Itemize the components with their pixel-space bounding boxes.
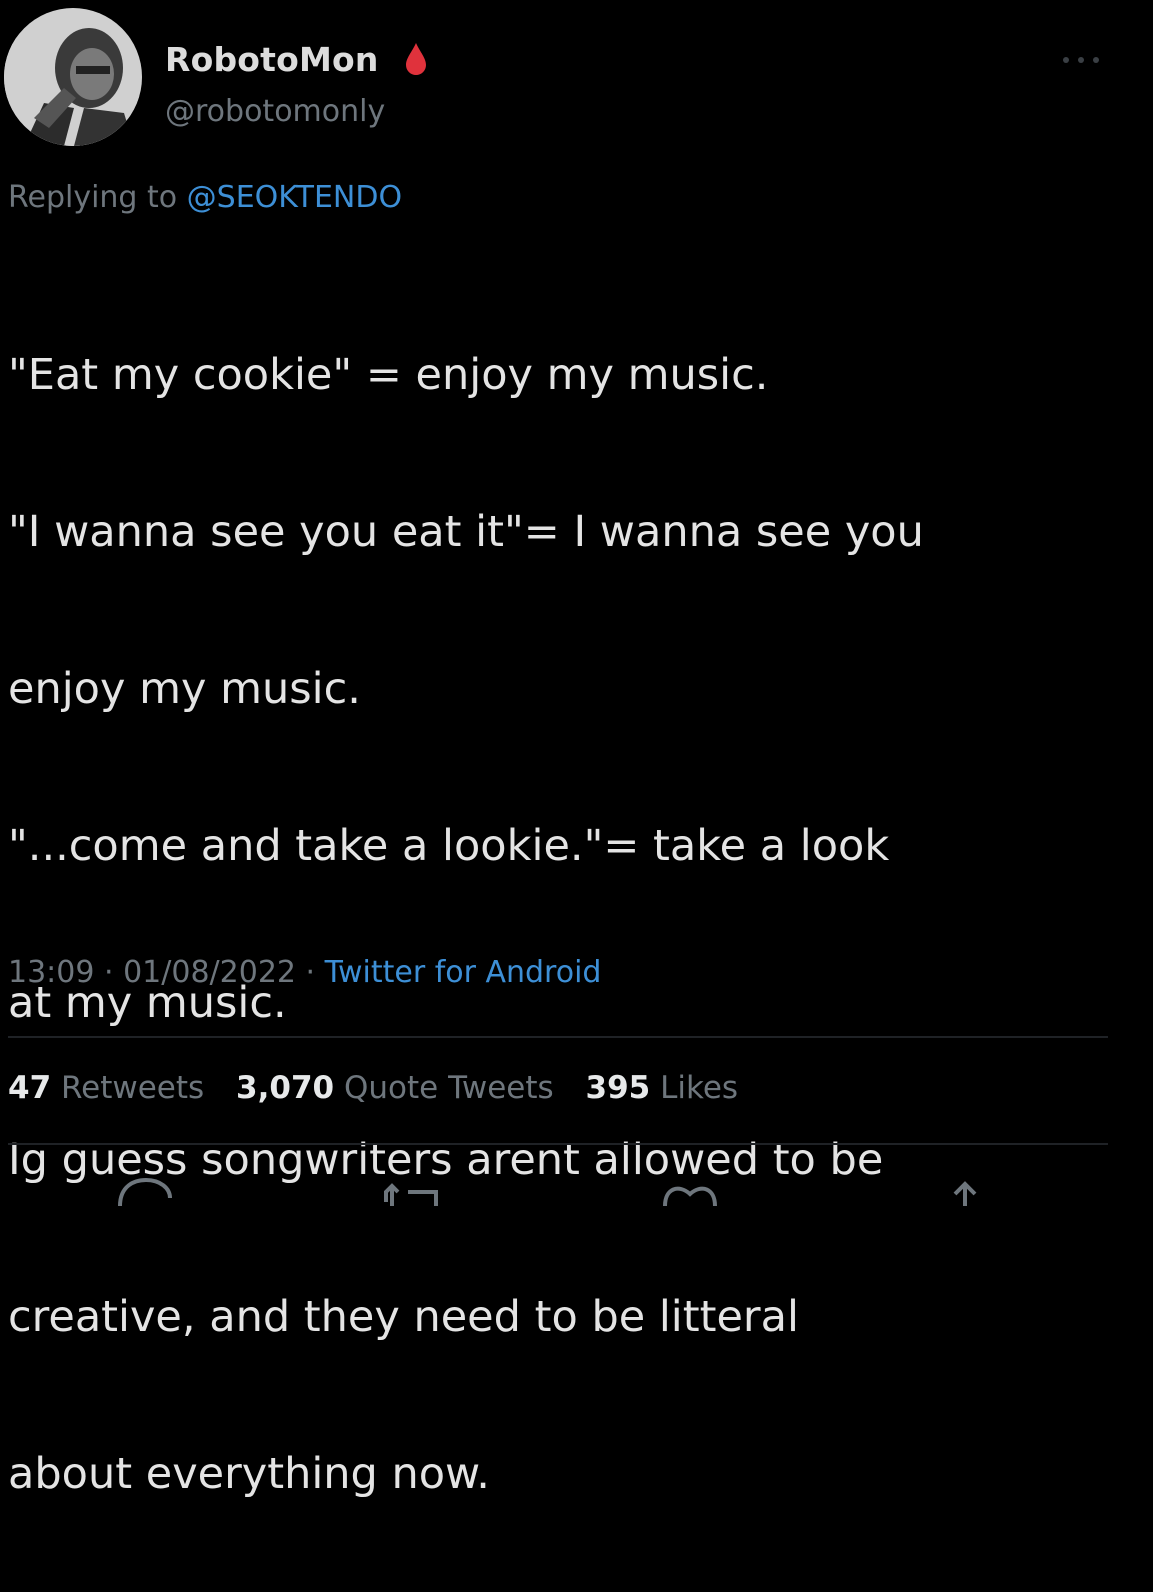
retweets-stat[interactable]: 47 Retweets <box>8 1070 204 1106</box>
red-drop-icon <box>406 43 426 75</box>
tweet-detail: RobotoMon @robotomonly Replying to @SEOK… <box>0 0 1153 1499</box>
quote-tweets-label: Quote Tweets <box>343 1070 554 1106</box>
avatar-photo-icon <box>4 8 142 146</box>
like-button[interactable] <box>655 1172 725 1212</box>
replying-to: Replying to @SEOKTENDO <box>8 180 402 215</box>
user-handle[interactable]: @robotomonly <box>165 94 385 129</box>
tweet-stats: 47 Retweets 3,070 Quote Tweets 395 Likes <box>8 1070 760 1106</box>
reply-icon <box>118 1177 172 1207</box>
tweet-date[interactable]: 01/08/2022 <box>123 955 296 990</box>
meta-separator: · <box>296 955 325 990</box>
quote-tweets-stat[interactable]: 3,070 Quote Tweets <box>236 1070 554 1106</box>
tweet-time[interactable]: 13:09 <box>8 955 94 990</box>
retweets-label: Retweets <box>61 1070 205 1106</box>
retweets-count: 47 <box>8 1070 52 1106</box>
tweet-line: creative, and they need to be litteral <box>8 1291 799 1342</box>
quote-tweets-count: 3,070 <box>236 1070 335 1106</box>
tweet-line: enjoy my music. <box>8 663 361 714</box>
tweet-line: "...come and take a lookie."= take a loo… <box>8 820 890 871</box>
divider <box>8 1036 1108 1038</box>
more-options-icon[interactable] <box>1058 52 1104 68</box>
share-button[interactable] <box>930 1172 1000 1212</box>
avatar[interactable] <box>4 8 142 146</box>
tweet-source-link[interactable]: Twitter for Android <box>325 955 602 990</box>
tweet-meta: 13:09 · 01/08/2022 · Twitter for Android <box>8 955 601 990</box>
likes-stat[interactable]: 395 Likes <box>586 1070 739 1106</box>
retweet-icon <box>384 1183 438 1206</box>
divider <box>8 1143 1108 1145</box>
reply-button[interactable] <box>110 1172 180 1212</box>
retweet-button[interactable] <box>378 1172 448 1212</box>
tweet-line: "I wanna see you eat it"= I wanna see yo… <box>8 506 924 557</box>
meta-separator: · <box>94 955 124 990</box>
display-name[interactable]: RobotoMon <box>165 40 379 79</box>
tweet-line: about everything now. <box>8 1448 490 1499</box>
replying-to-label: Replying to <box>8 180 187 215</box>
likes-count: 395 <box>585 1070 651 1106</box>
reply-mention-link[interactable]: @SEOKTENDO <box>187 180 402 215</box>
heart-icon <box>663 1186 717 1207</box>
likes-label: Likes <box>660 1070 739 1106</box>
tweet-text: "Eat my cookie" = enjoy my music. "I wan… <box>8 257 1128 1592</box>
tweet-line: "Eat my cookie" = enjoy my music. <box>8 349 769 400</box>
share-icon <box>953 1181 977 1206</box>
